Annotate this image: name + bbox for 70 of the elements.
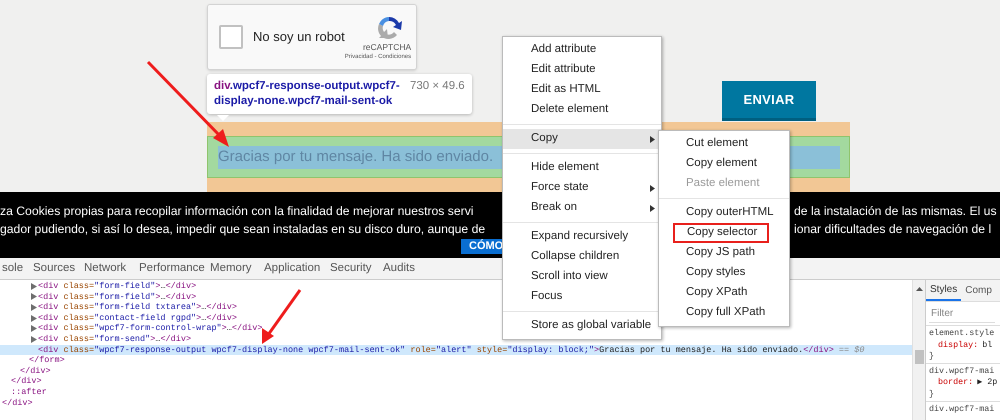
submenu-item[interactable]: Copy JS path bbox=[659, 243, 789, 263]
recaptcha-label: No soy un robot bbox=[253, 28, 345, 46]
devtools-tab[interactable]: Network bbox=[84, 258, 126, 279]
context-menu-item[interactable]: Add attribute bbox=[503, 40, 661, 60]
dom-node-line[interactable]: <div class="form-send">…</div> bbox=[38, 334, 192, 345]
css-property-value: bl bbox=[982, 340, 992, 352]
context-menu-item[interactable]: Edit attribute bbox=[503, 60, 661, 80]
send-button[interactable]: ENVIAR bbox=[722, 81, 816, 121]
context-menu-item[interactable]: Hide element bbox=[503, 158, 661, 178]
devtools-tab[interactable]: sole bbox=[2, 258, 24, 279]
css-property-value: ▶ 2p bbox=[977, 377, 998, 389]
context-menu-item[interactable]: Store as global variable bbox=[503, 316, 661, 336]
submenu-item[interactable]: Copy styles bbox=[659, 263, 789, 283]
dom-node-line[interactable]: </div> bbox=[2, 398, 33, 408]
devtools-tab[interactable]: Security bbox=[330, 258, 372, 279]
dom-node-line[interactable]: <div class="wpcf7-form-control-wrap">…</div> bbox=[38, 323, 262, 334]
context-menu-item[interactable]: Break on bbox=[503, 198, 661, 218]
css-property-name: display: bbox=[938, 340, 978, 352]
devtools-tab[interactable]: Sources bbox=[33, 258, 76, 279]
recaptcha-brand: reCAPTCHA bbox=[362, 42, 412, 52]
context-menu-item[interactable]: Delete element bbox=[503, 100, 661, 120]
scrollbar-thumb[interactable] bbox=[915, 350, 924, 364]
dom-node-line[interactable]: <div class="form-field txtarea">…</div> bbox=[38, 302, 237, 313]
submenu-arrow-icon bbox=[650, 204, 655, 212]
devtools-tab[interactable]: Performance bbox=[139, 258, 205, 279]
css-brace: } bbox=[929, 388, 934, 399]
css-selector: div.wpcf7-mai bbox=[929, 404, 994, 414]
filter-field[interactable]: Filter bbox=[929, 304, 995, 323]
context-menu-item[interactable]: Copy bbox=[503, 129, 661, 149]
devtools-tab[interactable]: Application bbox=[264, 258, 320, 279]
annotation-arrow bbox=[262, 289, 302, 344]
submenu-arrow-icon bbox=[650, 184, 655, 192]
context-menu-item[interactable]: Collapse children bbox=[503, 247, 661, 267]
submenu-item[interactable]: Copy full XPath bbox=[659, 303, 789, 323]
context-menu-item[interactable]: Scroll into view bbox=[503, 267, 661, 287]
dom-node-line[interactable]: </div> bbox=[20, 366, 51, 376]
css-selector: element.style bbox=[929, 328, 994, 338]
cookie-text: gador pudiendo, si así lo desea, impedir que sean instaladas en su disco duro, aunque de bbox=[0, 221, 486, 238]
dom-node-line[interactable]: ::after bbox=[11, 386, 47, 398]
context-menu-item[interactable]: Force state bbox=[503, 178, 661, 198]
context-menu-item[interactable]: Edit as HTML bbox=[503, 80, 661, 100]
submenu-item[interactable]: Cut element bbox=[659, 134, 789, 154]
submenu-item[interactable]: Copy element bbox=[659, 154, 789, 174]
styles-tab[interactable]: Comp bbox=[961, 280, 996, 301]
submenu-arrow-icon bbox=[650, 136, 655, 142]
devtools-tab[interactable]: Audits bbox=[383, 258, 415, 279]
cookie-text: de la instalación de las mismas. El us bbox=[794, 203, 997, 220]
css-property-name: border: bbox=[938, 377, 974, 389]
submenu-item[interactable]: Copy outerHTML bbox=[659, 203, 789, 223]
submenu-item[interactable]: Copy XPath bbox=[659, 283, 789, 303]
response-message: Gracias por tu mensaje. Ha sido enviado. bbox=[218, 146, 494, 167]
css-brace: } bbox=[929, 351, 934, 362]
context-menu-item[interactable]: Expand recursively bbox=[503, 227, 661, 247]
submenu-item[interactable]: Copy selector bbox=[673, 223, 769, 243]
dom-node-line[interactable]: <div class="form-field">…</div> bbox=[38, 281, 196, 292]
scroll-up-icon bbox=[916, 287, 923, 291]
context-menu-item[interactable]: Focus bbox=[503, 287, 661, 307]
element-selector: div.wpcf7-response-output.wpcf7-display-none.wpcf7-mail-sent-ok bbox=[214, 79, 401, 109]
cookie-text: za Cookies propias para recopilar información con la finalidad de mejorar nuestros servi bbox=[0, 203, 474, 220]
dom-node-line[interactable]: <div class="contact-field rgpd">…</div> bbox=[38, 312, 237, 324]
css-selector: div.wpcf7-mai bbox=[929, 366, 994, 376]
dom-node-line[interactable]: </div> bbox=[11, 376, 42, 387]
cookie-text: ionar dificultades de navegación de l bbox=[794, 221, 992, 238]
devtools-tab[interactable]: Memory bbox=[210, 258, 252, 279]
scrollbar[interactable] bbox=[912, 280, 925, 420]
styles-tab[interactable]: Styles bbox=[926, 280, 962, 301]
element-size: 730 × 49.6 bbox=[410, 79, 465, 94]
recaptcha-checkbox[interactable] bbox=[219, 25, 243, 49]
dom-node-line[interactable]: <div class="form-field">…</div> bbox=[38, 292, 196, 302]
dom-node-line[interactable]: </form> bbox=[29, 355, 65, 366]
